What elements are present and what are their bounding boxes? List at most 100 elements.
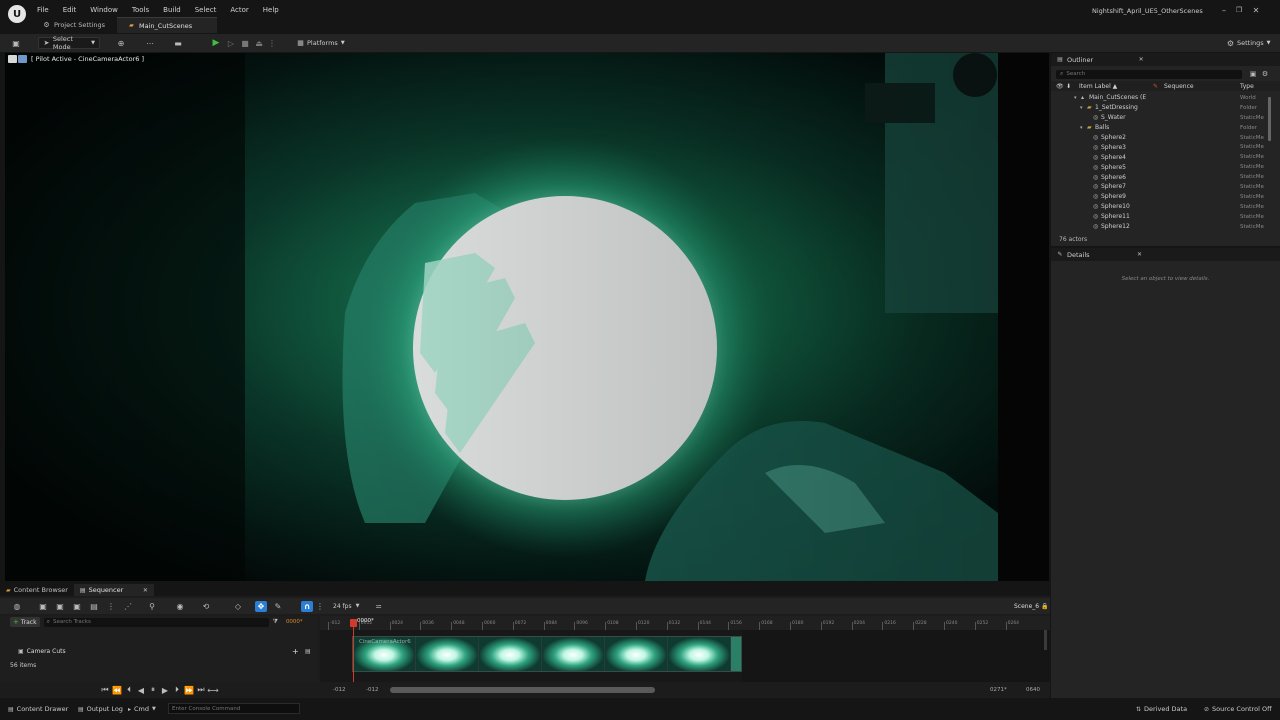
next-frame-icon[interactable]: ⏵ — [172, 685, 182, 695]
snap-icon[interactable]: ∩ — [301, 600, 313, 612]
blueprint-icon[interactable]: ⋯ — [145, 38, 155, 48]
film-icon[interactable]: ▤ — [89, 601, 99, 611]
keyframe-icon[interactable]: ⚲ — [147, 601, 157, 611]
time-ruler[interactable]: -012 0012 0024 0036 0048 0060 0072 0084 0096 0108… — [320, 616, 1050, 630]
platforms-dropdown[interactable]: ▦ Platforms ▼ — [292, 37, 349, 49]
cmd-dropdown[interactable]: ▸ Cmd ▼ — [128, 705, 156, 713]
tab-sequencer[interactable]: ▤ Sequencer ✕ — [73, 584, 154, 596]
outliner-row[interactable]: ◎ Sphere11 StaticMe — [1051, 212, 1280, 222]
derived-data-button[interactable]: ⇅ Derived Data — [1136, 705, 1187, 713]
outliner-row[interactable]: ◎ Sphere10 StaticMe — [1051, 202, 1280, 212]
details-tab[interactable]: ✎ Details ✕ — [1051, 248, 1280, 261]
reverse-play-icon[interactable]: ◀ — [136, 685, 146, 695]
outliner-search[interactable]: ⌕ — [1056, 69, 1242, 79]
source-control-button[interactable]: ⊘ Source Control Off — [1204, 705, 1272, 713]
timeline-area[interactable]: -012 0012 0024 0036 0048 0060 0072 0084 0096 0108… — [320, 616, 1050, 682]
prev-frame-icon[interactable]: ⏴ — [124, 685, 134, 695]
to-start-icon[interactable]: ⏮ — [100, 685, 110, 695]
loop-icon[interactable]: ⟷ — [207, 685, 218, 695]
play-icon[interactable]: ▶ — [211, 38, 221, 48]
level-viewport[interactable]: [ Pilot Active - CineCameraActor6 ] — [5, 53, 1049, 581]
column-type[interactable]: Type — [1240, 83, 1254, 90]
close-icon[interactable]: ✕ — [1137, 55, 1145, 65]
add-content-icon[interactable]: ⊕ — [116, 38, 126, 48]
outliner-row[interactable]: ◎ Sphere5 StaticMe — [1051, 162, 1280, 172]
track-search-input[interactable] — [52, 618, 253, 626]
outliner-row[interactable]: ◎ Sphere3 StaticMe — [1051, 142, 1280, 152]
view-icon[interactable]: ◉ — [175, 601, 185, 611]
curve-editor-icon[interactable]: ⋍ — [373, 601, 383, 611]
close-icon[interactable]: ✕ — [1136, 250, 1144, 260]
console-command-input[interactable] — [168, 703, 300, 714]
column-item-label[interactable]: Item Label ▲ — [1079, 83, 1117, 90]
actions-icon[interactable]: ⋰ — [123, 601, 133, 611]
lock-icon[interactable]: 🔒 — [1040, 601, 1050, 611]
expand-arrow-icon[interactable]: ▾ — [1074, 95, 1077, 101]
menu-tools[interactable]: Tools — [132, 6, 149, 14]
output-log-button[interactable]: ▤ Output Log — [78, 705, 123, 713]
camera-cuts-track[interactable]: ▣ Camera Cuts + ▤ — [0, 644, 318, 658]
range-start[interactable]: -012 — [333, 687, 345, 693]
outliner-row[interactable]: ▾ ▰ 1_SetDressing Folder — [1051, 103, 1280, 113]
timeline-range-slider[interactable] — [390, 687, 655, 693]
column-sequence[interactable]: Sequence — [1164, 83, 1194, 90]
outliner-row[interactable]: ◎ Sphere2 StaticMe — [1051, 133, 1280, 143]
add-camera-cut-icon[interactable]: + — [292, 647, 299, 656]
outliner-row[interactable]: ▾ ▴ Main_CutScenes (E World — [1051, 93, 1280, 103]
sequence-name[interactable]: Scene_6 — [1014, 603, 1039, 610]
select-mode-dropdown[interactable]: ➤ Select Mode ▼ — [38, 35, 100, 51]
minimize-icon[interactable]: – — [1218, 5, 1230, 15]
outliner-scrollbar[interactable] — [1268, 97, 1271, 141]
menu-file[interactable]: File — [37, 6, 49, 14]
playback-icon[interactable]: ⟲ — [201, 601, 211, 611]
more-options-icon[interactable]: ⋮ — [267, 38, 277, 48]
maximize-icon[interactable]: ❐ — [1230, 5, 1248, 15]
outliner-row[interactable]: ◎ Sphere12 StaticMe — [1051, 222, 1280, 232]
camera-cut-section[interactable]: CineCameraActor6 — [352, 636, 742, 672]
edit-icon[interactable]: ✎ — [273, 601, 283, 611]
current-frame[interactable]: 0000* — [286, 619, 303, 625]
close-icon[interactable]: ✕ — [143, 587, 148, 594]
render-icon[interactable]: ▣ — [72, 601, 82, 611]
view-end[interactable]: 0271* — [990, 687, 1007, 693]
eject-icon[interactable]: ⏏ — [254, 38, 264, 48]
track-search[interactable]: ⌕ — [43, 617, 269, 627]
fps-dropdown[interactable]: 24 fps — [333, 603, 352, 610]
key-diamond-icon[interactable]: ◇ — [233, 601, 243, 611]
playhead-handle[interactable] — [350, 619, 357, 627]
menu-actor[interactable]: Actor — [230, 6, 248, 14]
outliner-row[interactable]: ◎ Sphere9 StaticMe — [1051, 192, 1280, 202]
timeline-scrollbar[interactable] — [1044, 630, 1047, 650]
save-icon[interactable]: ▣ — [11, 38, 21, 48]
outliner-search-input[interactable] — [1066, 70, 1217, 78]
track-options-icon[interactable]: ▤ — [305, 648, 311, 655]
tab-content-browser[interactable]: ▰ Content Browser — [0, 584, 74, 596]
outliner-row[interactable]: ▾ ▰ Balls Folder — [1051, 123, 1280, 133]
viewport-menu-icon[interactable] — [8, 55, 17, 63]
world-icon[interactable]: ◍ — [12, 601, 22, 611]
outliner-row[interactable]: ◎ Sphere6 StaticMe — [1051, 172, 1280, 182]
menu-window[interactable]: Window — [90, 6, 118, 14]
tab-project-settings[interactable]: ⚙ Project Settings — [32, 17, 115, 33]
close-icon[interactable]: ✕ — [1248, 5, 1264, 15]
outliner-row[interactable]: ◎ Sphere4 StaticMe — [1051, 152, 1280, 162]
menu-select[interactable]: Select — [195, 6, 217, 14]
expand-arrow-icon[interactable]: ▾ — [1080, 105, 1083, 111]
menu-edit[interactable]: Edit — [63, 6, 77, 14]
outliner-row[interactable]: ◎ S_Water StaticMe — [1051, 113, 1280, 123]
save-as-icon[interactable]: ▣ — [55, 601, 65, 611]
next-key-icon[interactable]: ⏩ — [184, 685, 194, 695]
more-options-icon[interactable]: ⋮ — [315, 601, 325, 611]
cinematics-icon[interactable]: ▬ — [173, 38, 183, 48]
gear-icon[interactable]: ⚙ — [1260, 69, 1270, 79]
add-folder-icon[interactable]: ▣ — [1248, 69, 1258, 79]
stop-icon[interactable]: ■ — [240, 38, 250, 48]
play-forward-icon[interactable]: ▶ — [160, 685, 170, 695]
outliner-row[interactable]: ◎ Sphere7 StaticMe — [1051, 182, 1280, 192]
unreal-logo-icon[interactable]: U — [8, 5, 26, 23]
tab-main-cutscenes[interactable]: ▰ Main_CutScenes — [116, 17, 217, 33]
menu-build[interactable]: Build — [163, 6, 181, 14]
view-start[interactable]: -012 — [366, 687, 378, 693]
add-track-button[interactable]: + Track — [10, 617, 40, 627]
camera-icon[interactable] — [18, 55, 27, 63]
